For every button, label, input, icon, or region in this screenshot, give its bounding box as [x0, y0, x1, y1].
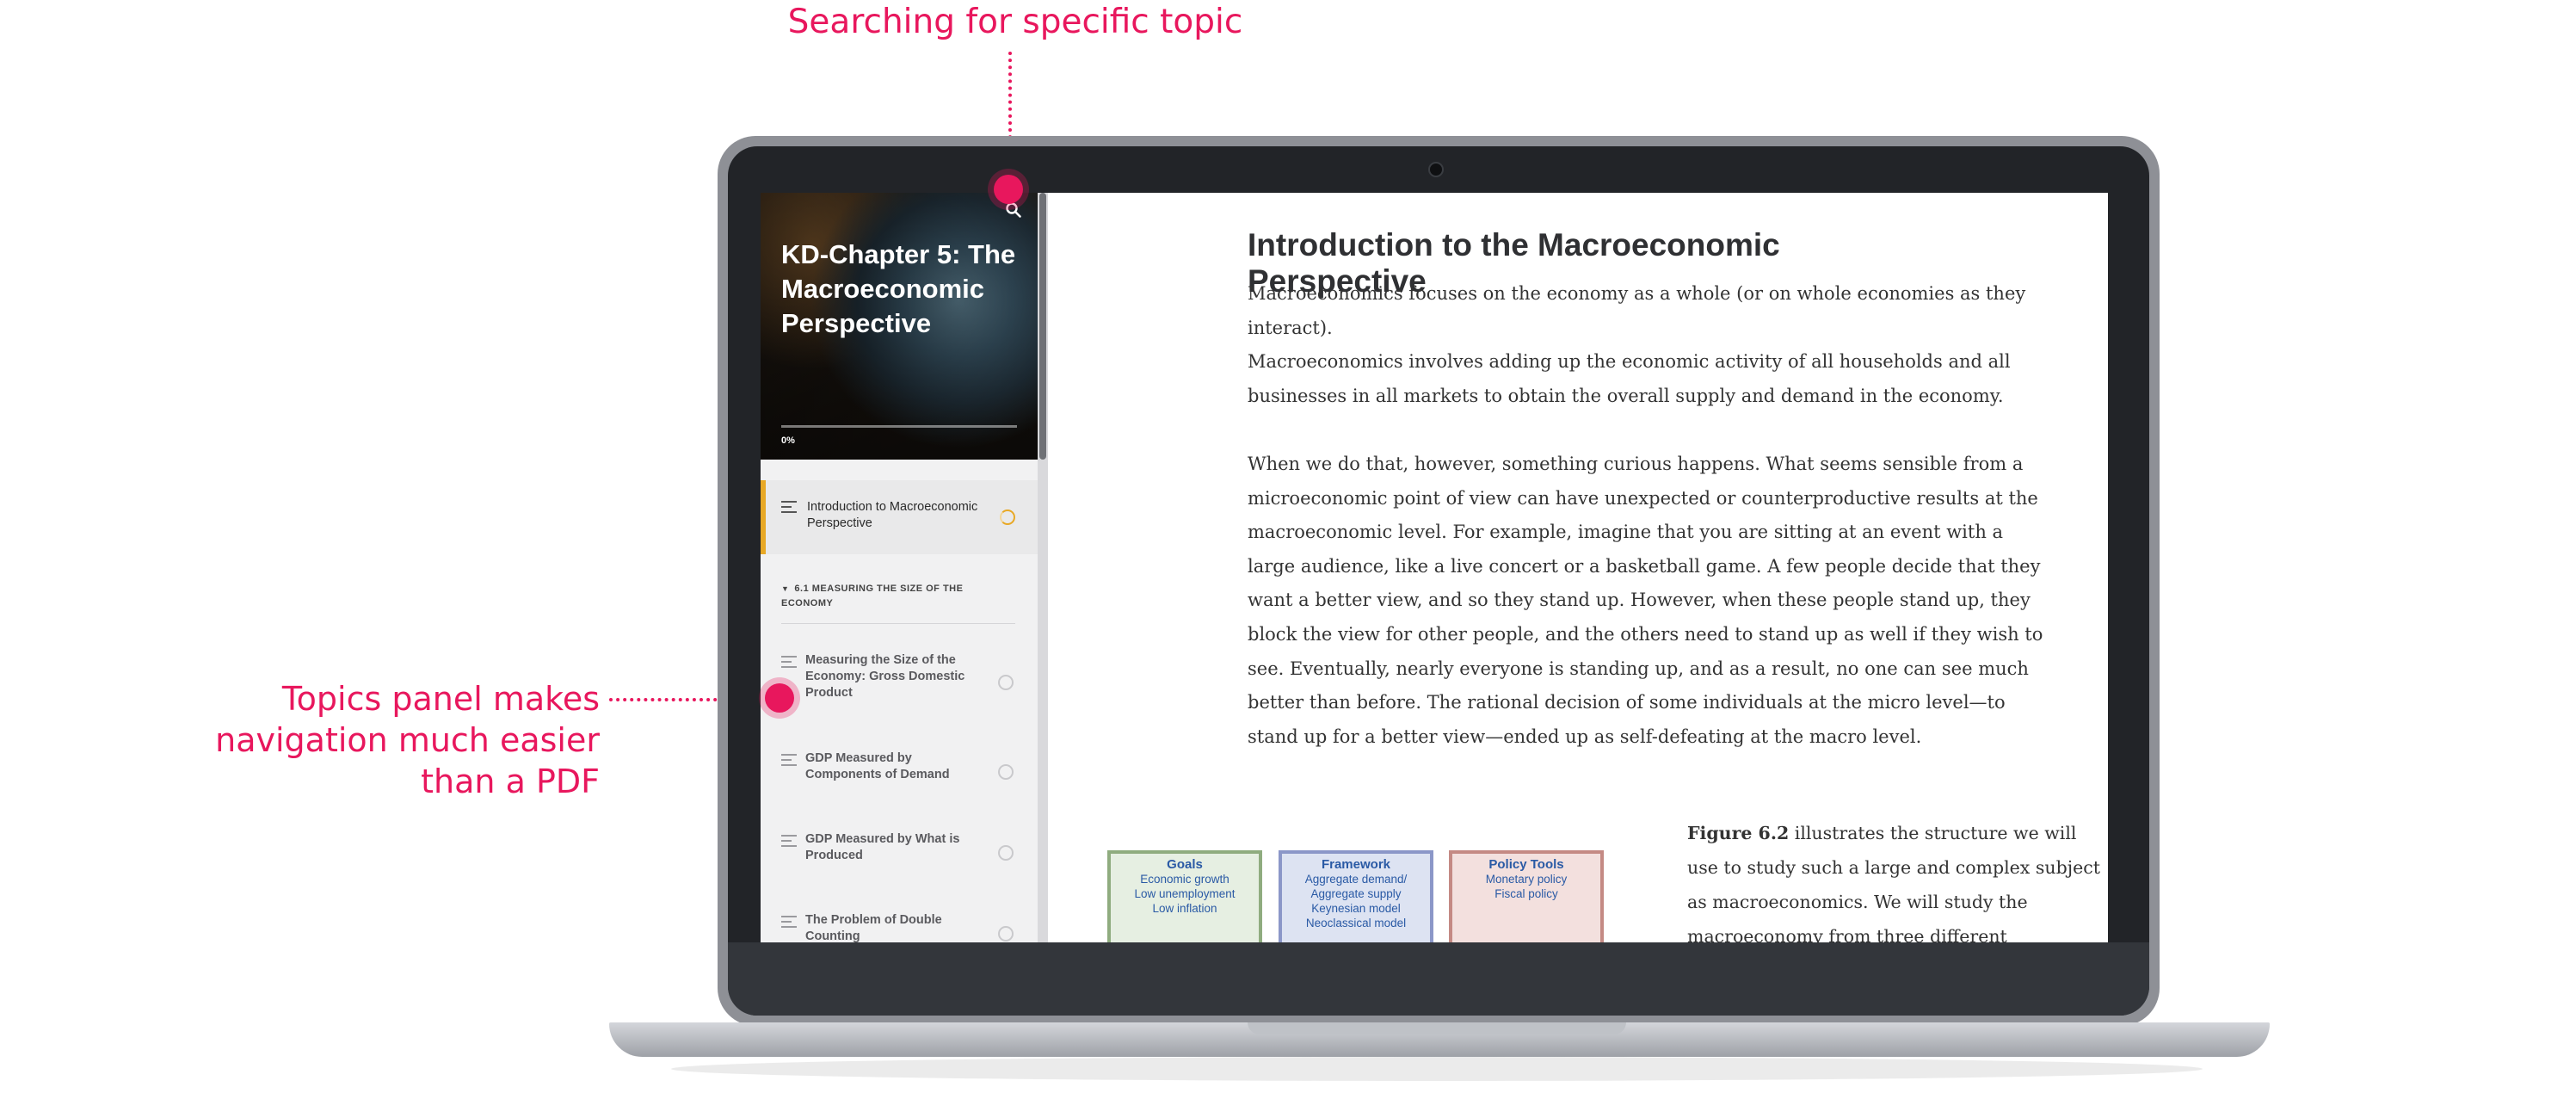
- section-heading-label: 6.1 MEASURING THE SIZE OF THE ECONOMY: [781, 584, 964, 608]
- lesson-label: GDP Measured by What is Produced: [805, 832, 960, 862]
- paragraph-1: Macroeconomics focuses on the economy as…: [1248, 283, 2026, 338]
- in-progress-icon: [1000, 509, 1015, 525]
- figure-framework-title: Framework: [1321, 857, 1391, 872]
- figure-goals-line: Low unemployment: [1134, 887, 1236, 900]
- lesson-label: Measuring the Size of the Economy: Gross…: [805, 653, 965, 700]
- figure-tools-line: Monetary policy: [1485, 873, 1568, 886]
- lesson-label: The Problem of Double Counting: [805, 913, 942, 942]
- caret-down-icon: ▼: [781, 584, 790, 593]
- paragraph-3: When we do that, however, something curi…: [1248, 454, 2043, 747]
- course-hero: KD-Chapter 5: The Macroeconomic Perspect…: [761, 193, 1038, 460]
- course-title: KD-Chapter 5: The Macroeconomic Perspect…: [781, 239, 1016, 338]
- figure-goals-line: Low inflation: [1152, 902, 1217, 915]
- lesson-gdp-produced[interactable]: GDP Measured by What is Produced: [761, 828, 1038, 888]
- laptop-chin: [728, 942, 2149, 1016]
- figure-framework-line: Aggregate demand/: [1304, 873, 1408, 886]
- figure-framework-line: Neoclassical model: [1305, 917, 1407, 929]
- paragraph-2: Macroeconomics involves adding up the ec…: [1248, 351, 2011, 406]
- figure-framework-box: Framework Aggregate demand/ Aggregate su…: [1279, 850, 1433, 942]
- figure-framework-line: Aggregate supply: [1310, 887, 1402, 900]
- figure-description: Figure 6.2 illustrates the structure we …: [1687, 816, 2100, 942]
- lesson-double-counting[interactable]: The Problem of Double Counting: [761, 909, 1038, 942]
- lesson-content: Introduction to the Macroeconomic Perspe…: [1048, 193, 2108, 942]
- lesson-text-icon: [781, 835, 797, 850]
- lesson-text-icon: [781, 656, 797, 671]
- course-progress-bar: [781, 425, 1017, 428]
- figure-goals-box: Goals Economic growth Low unemployment L…: [1107, 850, 1262, 942]
- sidebar-scroll-thumb[interactable]: [1039, 193, 1046, 460]
- search-icon: [1006, 202, 1021, 218]
- lesson-label: GDP Measured by Components of Demand: [805, 751, 950, 781]
- search-callout: Searching for specific topic: [787, 3, 1243, 41]
- topics-highlight-dot: [765, 683, 794, 713]
- lesson-text-icon: [781, 754, 797, 769]
- topics-callout: Topics panel makes navigation much easie…: [172, 678, 600, 802]
- figure-goals-title: Goals: [1167, 857, 1203, 872]
- figure-tools-line: Fiscal policy: [1494, 887, 1558, 900]
- topics-callout-line1: Topics panel makes: [281, 680, 600, 718]
- not-started-icon: [998, 845, 1014, 861]
- not-started-icon: [998, 926, 1014, 942]
- lesson-label: Introduction to Macroeconomic Perspectiv…: [807, 500, 978, 530]
- figure-tools-box: Policy Tools Monetary policy Fiscal poli…: [1449, 850, 1604, 942]
- app-screen: KD-Chapter 5: The Macroeconomic Perspect…: [761, 193, 2108, 942]
- search-highlight-dot: [994, 175, 1023, 204]
- not-started-icon: [998, 675, 1014, 690]
- figure-reference-link[interactable]: Figure 6.2: [1687, 823, 1789, 843]
- camera-icon: [1428, 162, 1444, 177]
- figure-framework-line: Keynesian model: [1311, 902, 1401, 915]
- figure-tools-title: Policy Tools: [1488, 857, 1564, 872]
- laptop-shadow: [671, 1057, 2203, 1081]
- lesson-gdp-demand[interactable]: GDP Measured by Components of Demand: [761, 747, 1038, 807]
- lesson-intro-macro[interactable]: Introduction to Macroeconomic Perspectiv…: [761, 480, 1038, 554]
- lesson-text-icon: [781, 501, 797, 516]
- course-progress-text: 0%: [781, 435, 795, 446]
- lesson-text-icon: [781, 916, 797, 931]
- topics-callout-line3: than a PDF: [421, 763, 600, 800]
- laptop-notch: [1248, 1022, 1626, 1034]
- topics-callout-line2: navigation much easier: [215, 721, 600, 759]
- topics-sidebar: KD-Chapter 5: The Macroeconomic Perspect…: [761, 193, 1038, 942]
- lesson-measuring-gdp[interactable]: Measuring the Size of the Economy: Gross…: [761, 649, 1038, 718]
- not-started-icon: [998, 764, 1014, 780]
- figure-goals-line: Economic growth: [1140, 873, 1229, 886]
- section-heading[interactable]: ▼ 6.1 MEASURING THE SIZE OF THE ECONOMY: [781, 582, 1015, 624]
